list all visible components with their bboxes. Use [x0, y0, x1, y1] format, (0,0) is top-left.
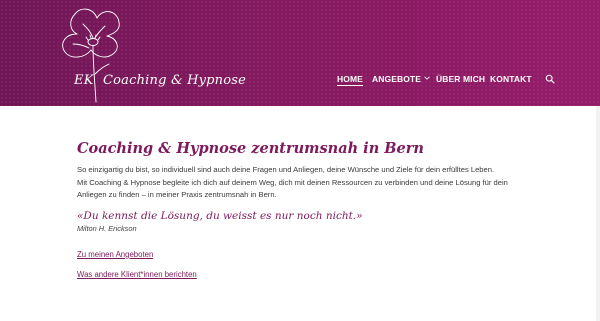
offers-link[interactable]: Zu meinen Angeboten: [77, 250, 547, 259]
intro-text: So einzigartig du bist, so individuell s…: [77, 164, 547, 202]
nav-angebote-label: ANGEBOTE: [372, 74, 421, 84]
nav-home[interactable]: HOME: [337, 74, 363, 86]
nav-kontakt[interactable]: KONTAKT: [490, 74, 532, 84]
page-title: Coaching & Hypnose zentrumsnah in Bern: [77, 140, 424, 157]
quote-text: «Du kennst die Lösung, du weisst es nur …: [77, 209, 363, 222]
main-content: Coaching & Hypnose zentrumsnah in Bern S…: [77, 140, 547, 279]
intro-line: So einzigartig du bist, so individuell s…: [77, 165, 495, 174]
logo-initials: EK: [74, 73, 94, 88]
scrollbar[interactable]: [596, 106, 600, 321]
site-header: EK Coaching & Hypnose HOME ANGEBOTE ÜBER…: [0, 0, 600, 106]
quote-author: Milton H. Erickson: [77, 223, 137, 233]
poppy-flower-icon: [62, 8, 120, 103]
logo-name: Coaching & Hypnose: [103, 73, 247, 88]
search-icon[interactable]: [545, 74, 555, 84]
nav-ueber-mich[interactable]: ÜBER MICH: [436, 74, 485, 84]
body-line-1: Mit Coaching & Hypnose begleite ich dich…: [77, 177, 508, 187]
chevron-down-icon: [424, 76, 430, 80]
logo[interactable]: EK Coaching & Hypnose: [55, 4, 246, 103]
testimonials-link[interactable]: Was andere Klient*innen berichten: [77, 270, 547, 279]
nav-angebote[interactable]: ANGEBOTE: [372, 74, 430, 84]
body-line-2: Anliegen zu finden – in meiner Praxis ze…: [77, 190, 277, 199]
